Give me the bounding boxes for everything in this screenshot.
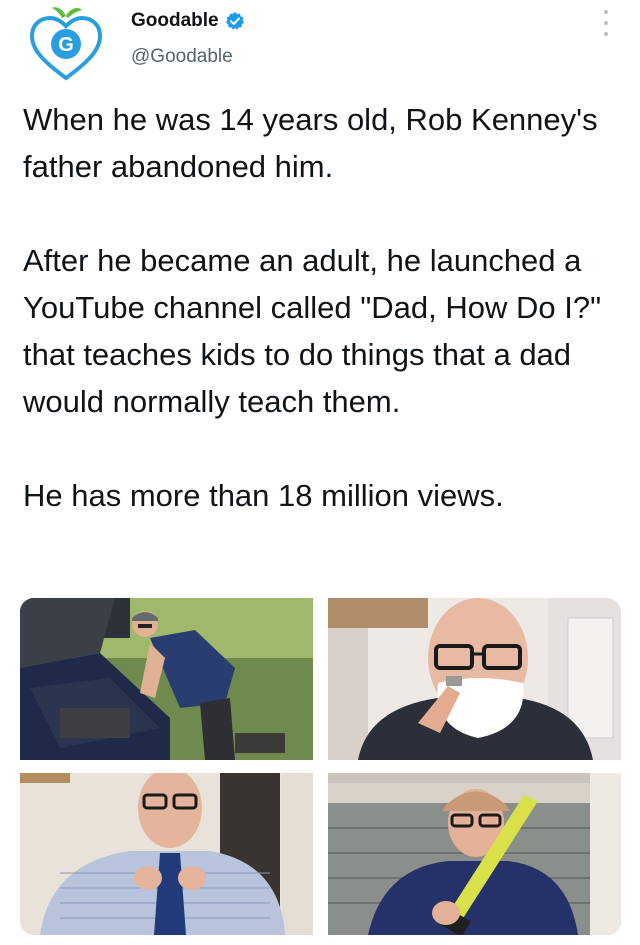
tweet-paragraph: He has more than 18 million views. xyxy=(23,478,504,513)
author-name[interactable]: Goodable xyxy=(131,10,219,32)
media-grid xyxy=(20,598,621,935)
photo-car-engine[interactable] xyxy=(20,598,313,760)
photo-tying-tie[interactable] xyxy=(20,773,313,935)
tweet-text: When he was 14 years old, Rob Kenney's f… xyxy=(23,96,623,519)
author-name-row[interactable]: Goodable xyxy=(131,10,245,32)
tweet-paragraph: After he became an adult, he launched a … xyxy=(23,243,602,419)
author-handle[interactable]: @Goodable xyxy=(131,46,233,68)
tweet-paragraph: When he was 14 years old, Rob Kenney's f… xyxy=(23,102,598,184)
goodable-logo-icon[interactable]: G xyxy=(26,4,106,84)
tweet-header: G Goodable @Goodable xyxy=(0,0,640,90)
photo-level-tool[interactable] xyxy=(328,773,621,935)
verified-badge-icon xyxy=(225,11,245,31)
avatar-letter: G xyxy=(58,34,74,56)
photo-shaving[interactable] xyxy=(328,598,621,760)
more-options-icon[interactable] xyxy=(596,10,616,36)
